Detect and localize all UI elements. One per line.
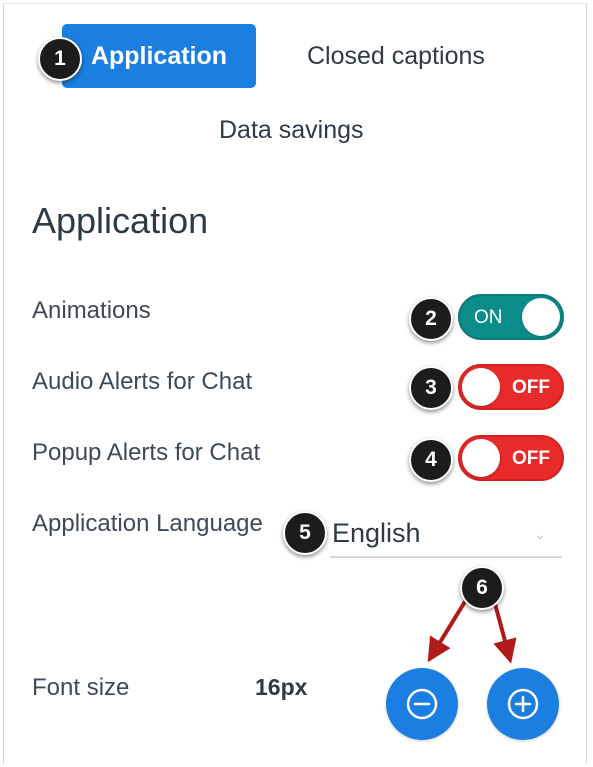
callout-badge-4: 4 — [409, 438, 453, 482]
callout-badge-6: 6 — [460, 566, 504, 610]
tab-data-savings[interactable]: Data savings — [219, 116, 364, 145]
callout-badge-5: 5 — [283, 511, 327, 555]
tab-application[interactable]: Application — [62, 24, 256, 88]
animations-toggle[interactable]: ON — [458, 294, 564, 340]
audio-alerts-toggle[interactable]: OFF — [458, 364, 564, 410]
toggle-knob — [522, 298, 560, 336]
tab-closed-captions[interactable]: Closed captions — [307, 42, 485, 71]
decrease-font-size-button[interactable] — [386, 668, 458, 740]
animations-toggle-state: ON — [474, 307, 503, 328]
plus-circle-icon — [507, 688, 539, 720]
animations-label: Animations — [32, 297, 151, 324]
language-select[interactable]: English ⌄ — [330, 512, 562, 558]
audio-alerts-label: Audio Alerts for Chat — [32, 368, 253, 395]
callout-badge-3: 3 — [409, 366, 453, 410]
popup-alerts-label: Popup Alerts for Chat — [32, 439, 261, 466]
increase-font-size-button[interactable] — [487, 668, 559, 740]
tab-application-label: Application — [90, 41, 228, 70]
callout-badge-1: 1 — [38, 37, 82, 81]
audio-alerts-toggle-state: OFF — [512, 377, 550, 398]
section-title: Application — [32, 200, 209, 241]
toggle-knob — [462, 439, 500, 477]
font-size-value: 16px — [255, 674, 308, 700]
minus-circle-icon — [406, 688, 438, 720]
popup-alerts-toggle-state: OFF — [512, 448, 550, 469]
application-language-label: Application Language — [32, 510, 263, 537]
popup-alerts-toggle[interactable]: OFF — [458, 435, 564, 481]
chevron-down-icon: ⌄ — [534, 526, 546, 542]
toggle-knob — [462, 368, 500, 406]
font-size-label: Font size — [32, 674, 130, 701]
language-select-value: English — [332, 518, 421, 548]
callout-badge-2: 2 — [409, 297, 453, 341]
